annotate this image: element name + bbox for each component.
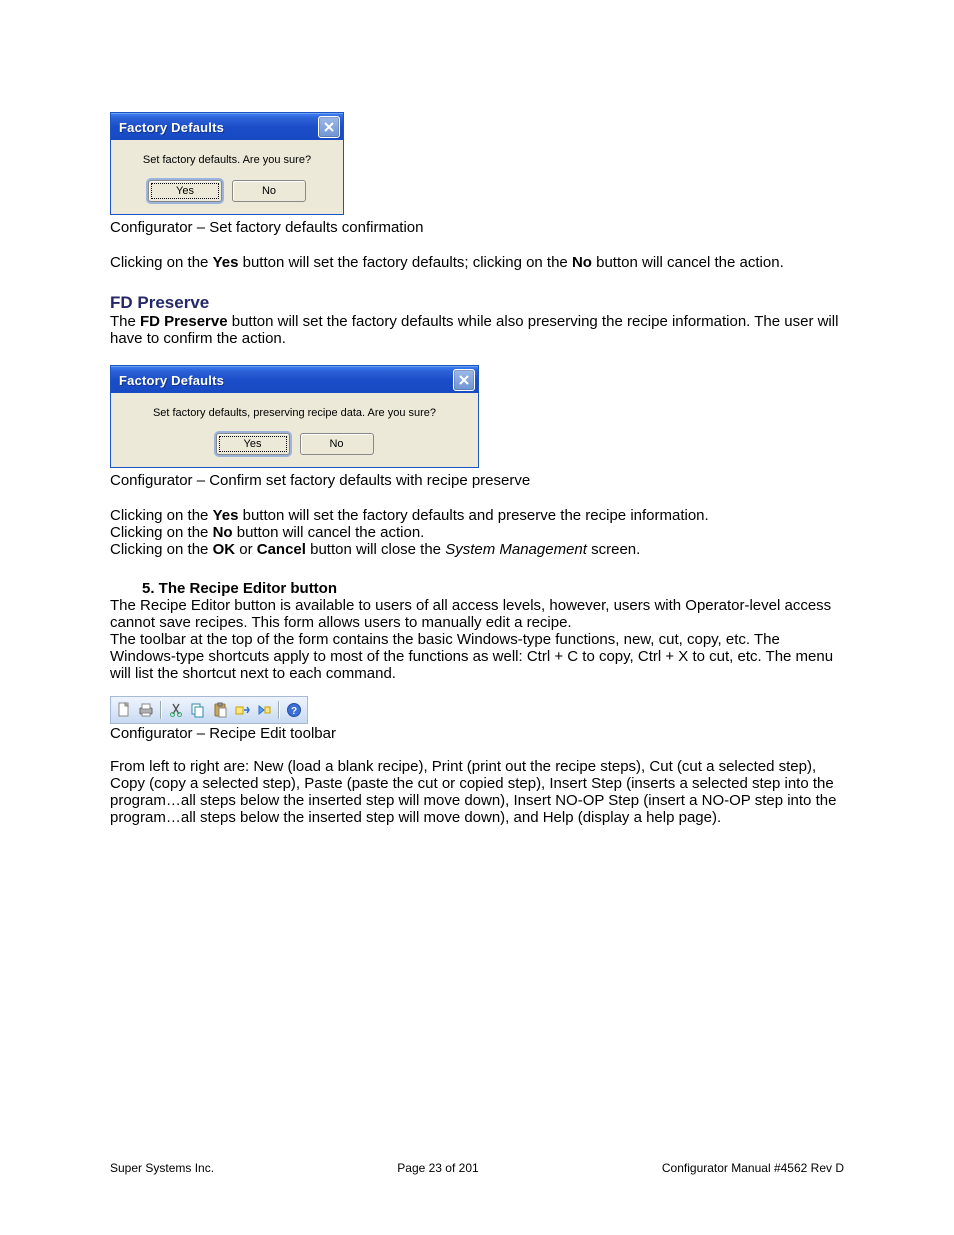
page-footer: Super Systems Inc. Page 23 of 201 Config… [110,1161,844,1175]
paragraph: The Recipe Editor button is available to… [110,597,844,631]
dialog-buttons: Yes No [121,180,333,202]
paragraph: Clicking on the Yes button will set the … [110,254,844,271]
toolbar-separator [278,701,280,719]
dialog-title: Factory Defaults [119,120,224,135]
yes-button[interactable]: Yes [148,180,222,202]
figure-caption: Configurator – Recipe Edit toolbar [110,725,844,742]
no-button[interactable]: No [300,433,374,455]
new-icon[interactable] [114,700,134,720]
paragraph: Clicking on the OK or Cancel button will… [110,541,844,558]
paragraph: From left to right are: New (load a blan… [110,758,844,826]
figure-caption: Configurator – Confirm set factory defau… [110,472,844,489]
insert-step-icon[interactable] [232,700,252,720]
svg-text:?: ? [291,706,297,717]
insert-noop-icon[interactable] [254,700,274,720]
dialog-message: Set factory defaults, preserving recipe … [121,407,468,419]
no-button[interactable]: No [232,180,306,202]
dialog-body: Set factory defaults. Are you sure? Yes … [111,140,343,214]
paragraph: The toolbar at the top of the form conta… [110,631,844,682]
factory-defaults-dialog: Factory Defaults Set factory defaults. A… [110,112,344,215]
heading-fd-preserve: FD Preserve [110,293,844,313]
dialog-title: Factory Defaults [119,373,224,388]
dialog-titlebar: Factory Defaults [111,113,343,140]
paragraph: The FD Preserve button will set the fact… [110,313,844,347]
toolbar-separator [160,701,162,719]
footer-right: Configurator Manual #4562 Rev D [662,1161,844,1175]
yes-button[interactable]: Yes [216,433,290,455]
copy-icon[interactable] [188,700,208,720]
dialog-body: Set factory defaults, preserving recipe … [111,393,478,467]
footer-center: Page 23 of 201 [397,1161,478,1175]
paragraph: Clicking on the No button will cancel th… [110,524,844,541]
figure-caption: Configurator – Set factory defaults conf… [110,219,844,236]
dialog-buttons: Yes No [121,433,468,455]
footer-left: Super Systems Inc. [110,1161,214,1175]
cut-icon[interactable] [166,700,186,720]
factory-defaults-preserve-dialog: Factory Defaults Set factory defaults, p… [110,365,479,468]
dialog-message: Set factory defaults. Are you sure? [121,154,333,166]
heading-recipe-editor: 5. The Recipe Editor button [142,580,844,597]
recipe-edit-toolbar: ? [110,696,308,724]
close-icon[interactable] [318,116,340,138]
close-icon[interactable] [453,369,475,391]
document-page: Factory Defaults Set factory defaults. A… [0,0,954,1235]
help-icon[interactable]: ? [284,700,304,720]
dialog-titlebar: Factory Defaults [111,366,478,393]
print-icon[interactable] [136,700,156,720]
paragraph: Clicking on the Yes button will set the … [110,507,844,524]
paste-icon[interactable] [210,700,230,720]
